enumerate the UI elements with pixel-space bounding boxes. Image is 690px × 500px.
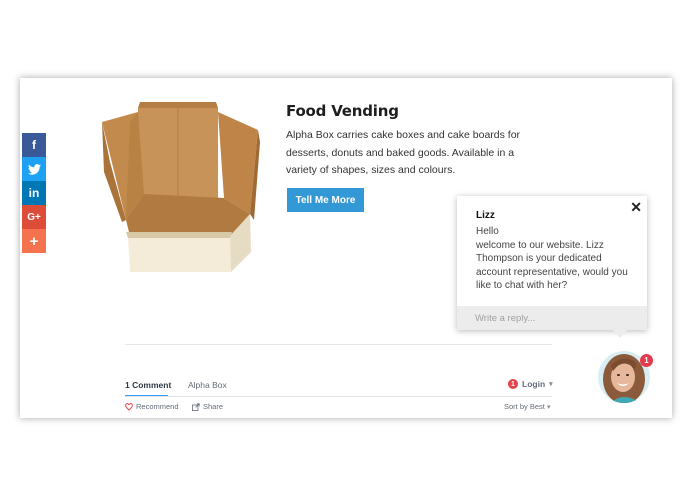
tell-me-more-button[interactable]: Tell Me More [287, 188, 364, 212]
product-title: Food Vending [286, 102, 399, 120]
share-icon [192, 402, 200, 411]
chat-message-body: welcome to our website. Lizz Thompson is… [476, 239, 628, 292]
chat-popup: ✕ Lizz Hello welcome to our website. Liz… [457, 196, 647, 330]
chevron-down-icon: ▾ [549, 381, 553, 388]
recommend-button[interactable]: Recommend [125, 402, 179, 411]
google-plus-icon: G+ [27, 211, 41, 223]
sort-label: Sort by Best [504, 402, 545, 411]
social-share-bar: f in G+ + [22, 133, 46, 253]
share-label: Share [203, 402, 224, 411]
section-divider [125, 344, 552, 345]
google-plus-share-button[interactable]: G+ [22, 205, 46, 229]
chevron-down-icon: ▾ [546, 404, 551, 411]
comments-divider [125, 396, 552, 397]
share-button[interactable]: Share [192, 402, 223, 411]
more-share-button[interactable]: + [22, 229, 46, 253]
login-label: Login [522, 379, 546, 389]
notification-badge: 1 [508, 379, 518, 389]
login-button[interactable]: 1 Login ▾ [508, 379, 553, 389]
twitter-icon [27, 163, 41, 175]
facebook-share-button[interactable]: f [22, 133, 46, 157]
linkedin-icon: in [28, 186, 40, 200]
chat-reply-input[interactable] [457, 306, 647, 330]
chat-agent-name: Lizz [476, 210, 495, 221]
chat-popup-tail [613, 330, 627, 338]
chat-message: Hello welcome to our website. Lizz Thomp… [476, 225, 636, 293]
recommend-label: Recommend [136, 402, 179, 411]
close-icon[interactable]: ✕ [630, 199, 642, 216]
twitter-share-button[interactable] [22, 157, 46, 181]
product-description: Alpha Box carries cake boxes and cake bo… [286, 129, 521, 176]
tab-comments[interactable]: 1 Comment [125, 380, 171, 390]
chat-unread-badge: 1 [640, 354, 653, 367]
cake-box-image [102, 102, 260, 272]
plus-icon: + [29, 232, 39, 250]
heart-icon [125, 402, 133, 411]
linkedin-share-button[interactable]: in [22, 181, 46, 205]
facebook-icon: f [32, 138, 36, 152]
sort-dropdown[interactable]: Sort by Best ▾ [504, 402, 550, 411]
chat-greeting: Hello [476, 226, 499, 237]
tab-forum[interactable]: Alpha Box [188, 380, 227, 390]
